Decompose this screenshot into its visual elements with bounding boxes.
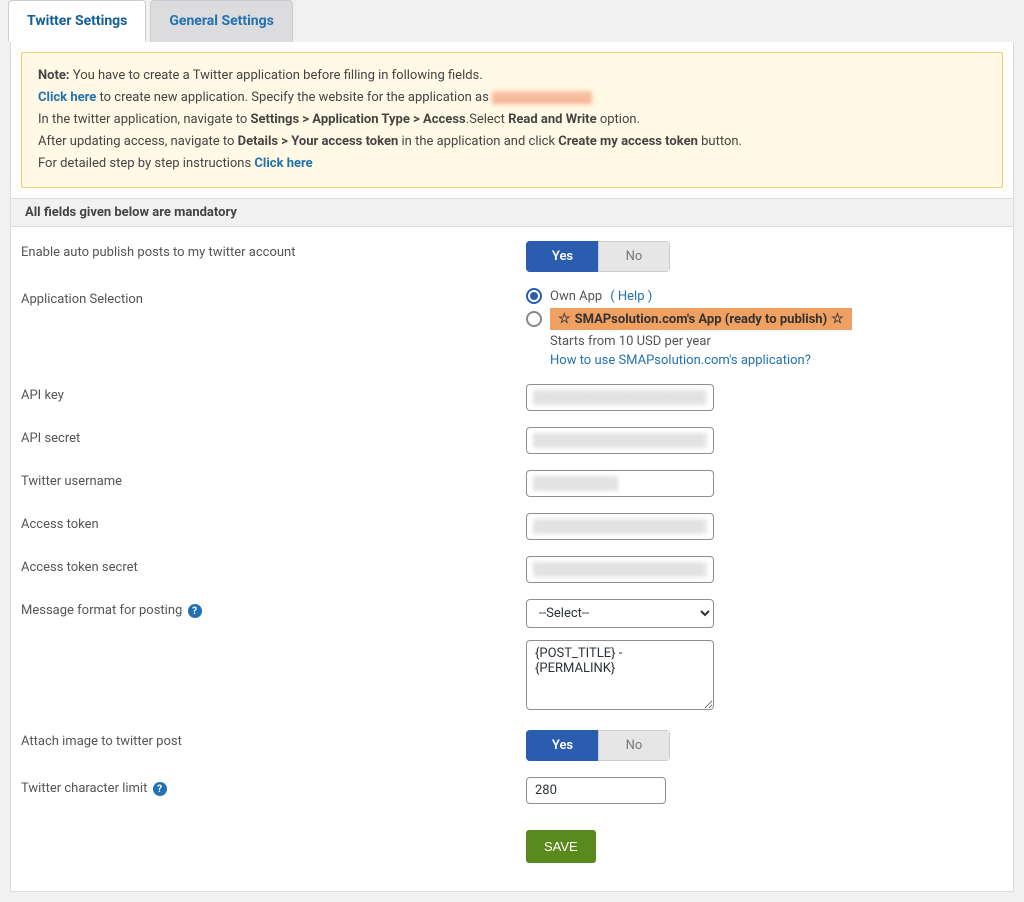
starts-from-text: Starts from 10 USD per year <box>550 334 1003 349</box>
own-app-label: Own App <box>550 289 602 304</box>
star-icon-right: ☆ <box>831 311 844 327</box>
smap-label: SMAPsolution.com's App (ready to publish… <box>575 312 828 327</box>
label-message-format: Message format for posting <box>21 603 182 618</box>
note-label: Note: <box>38 68 70 83</box>
label-app-selection: Application Selection <box>21 288 526 307</box>
message-format-textarea[interactable] <box>526 640 714 710</box>
click-here-instructions-link[interactable]: Click here <box>254 156 312 171</box>
smap-badge: ☆ SMAPsolution.com's App (ready to publi… <box>550 308 852 330</box>
message-format-select[interactable]: --Select-- <box>526 599 714 628</box>
notice-line2a: to create new application. Specify the w… <box>96 90 492 105</box>
label-attach-image: Attach image to twitter post <box>21 730 526 749</box>
notice-line4e: button. <box>698 134 742 149</box>
api-secret-input[interactable] <box>526 427 714 454</box>
own-app-help-link[interactable]: ( Help ) <box>610 289 652 304</box>
notice-line3c: .Select <box>466 112 508 127</box>
toggle-enable-auto[interactable]: Yes No <box>526 241 670 272</box>
label-api-secret: API secret <box>21 427 526 446</box>
label-char-limit: Twitter character limit <box>21 781 147 796</box>
radio-own-app[interactable] <box>526 288 542 304</box>
notice-line3d: Read and Write <box>508 112 597 127</box>
help-icon[interactable]: ? <box>153 782 167 796</box>
tab-twitter-settings[interactable]: Twitter Settings <box>8 0 146 42</box>
notice-line4b: Details > Your access token <box>238 134 399 149</box>
notice-line4a: After updating access, navigate to <box>38 134 238 149</box>
notice-line3e: option. <box>597 112 640 127</box>
star-icon-left: ☆ <box>558 311 571 327</box>
notice-box: Note: You have to create a Twitter appli… <box>21 52 1003 188</box>
toggle-attach-image[interactable]: Yes No <box>526 730 670 761</box>
save-button[interactable]: SAVE <box>526 830 596 863</box>
notice-line3a: In the twitter application, navigate to <box>38 112 250 127</box>
toggle-yes[interactable]: Yes <box>526 730 598 761</box>
api-key-input[interactable] <box>526 384 714 411</box>
label-enable-auto: Enable auto publish posts to my twitter … <box>21 241 526 260</box>
label-access-token: Access token <box>21 513 526 532</box>
radio-smap-app[interactable] <box>526 311 542 327</box>
radio-checked-icon <box>530 292 538 300</box>
notice-line4c: in the application and click <box>398 134 558 149</box>
tab-general-settings[interactable]: General Settings <box>150 0 293 42</box>
how-to-use-link[interactable]: How to use SMAPsolution.com's applicatio… <box>550 353 1003 368</box>
access-token-input[interactable] <box>526 513 714 540</box>
toggle-no[interactable]: No <box>598 730 670 761</box>
redacted-url <box>492 91 592 104</box>
char-limit-input[interactable] <box>526 777 666 804</box>
notice-line3b: Settings > Application Type > Access <box>250 112 465 127</box>
notice-line4d: Create my access token <box>558 134 698 149</box>
toggle-no[interactable]: No <box>598 241 670 272</box>
click-here-create-app-link[interactable]: Click here <box>38 90 96 105</box>
help-icon[interactable]: ? <box>188 604 202 618</box>
notice-line5a: For detailed step by step instructions <box>38 156 254 171</box>
access-token-secret-input[interactable] <box>526 556 714 583</box>
label-twitter-username: Twitter username <box>21 470 526 489</box>
toggle-yes[interactable]: Yes <box>526 241 598 272</box>
note-text: You have to create a Twitter application… <box>70 68 483 83</box>
label-access-token-secret: Access token secret <box>21 556 526 575</box>
label-api-key: API key <box>21 384 526 403</box>
section-header: All fields given below are mandatory <box>11 198 1013 227</box>
twitter-username-input[interactable] <box>526 470 714 497</box>
